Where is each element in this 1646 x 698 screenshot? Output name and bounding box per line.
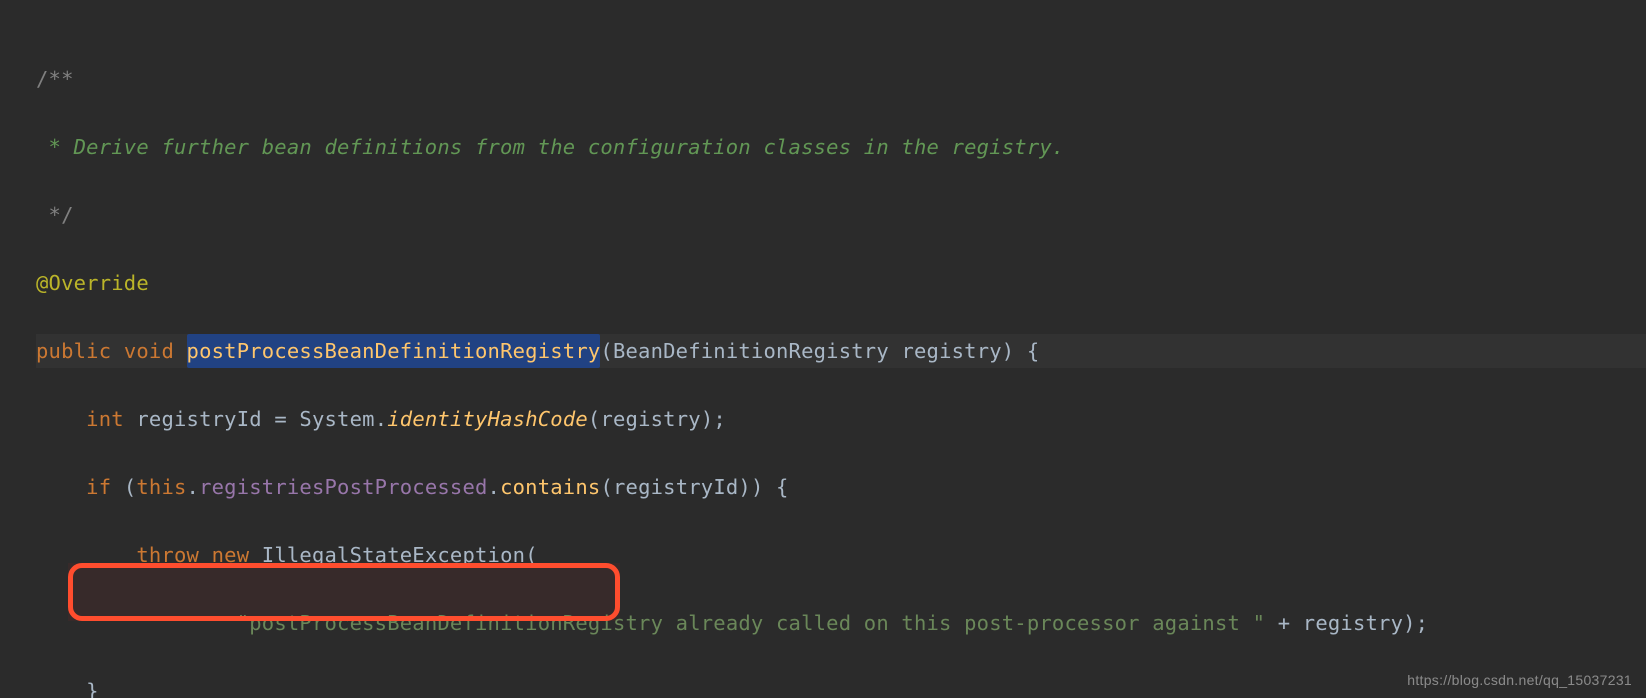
keyword: throw <box>136 543 199 567</box>
annotation: @Override <box>36 271 149 295</box>
selection-highlight: postProcessBeanDefinitionRegistry <box>187 334 601 368</box>
keyword: public <box>36 339 111 363</box>
code-line: if (this.registriesPostProcessed.contain… <box>36 470 1646 504</box>
keyword: int <box>86 407 124 431</box>
keyword: new <box>212 543 250 567</box>
type-name: BeanDefinitionRegistry <box>613 339 889 363</box>
code-line: /** <box>36 62 1646 96</box>
javadoc-text: * Derive further bean definitions from t… <box>36 135 1064 159</box>
code-line: "postProcessBeanDefinitionRegistry alrea… <box>36 606 1646 640</box>
method-call: contains <box>500 475 600 499</box>
comment-text: /** <box>36 67 74 91</box>
keyword: if <box>86 475 111 499</box>
code-line: */ <box>36 198 1646 232</box>
code-line: throw new IllegalStateException( <box>36 538 1646 572</box>
class-name: System <box>299 407 374 431</box>
keyword: void <box>124 339 174 363</box>
code-editor[interactable]: /** * Derive further bean definitions fr… <box>0 0 1646 698</box>
code-line: @Override <box>36 266 1646 300</box>
field-ref: registriesPostProcessed <box>199 475 487 499</box>
string-literal: "postProcessBeanDefinitionRegistry alrea… <box>237 611 1265 635</box>
type-name: IllegalStateException <box>262 543 525 567</box>
code-line: public void postProcessBeanDefinitionReg… <box>36 334 1646 368</box>
comment-text: */ <box>36 203 74 227</box>
static-method: identityHashCode <box>387 407 588 431</box>
method-name: postProcessBeanDefinitionRegistry <box>187 339 601 363</box>
var-name: registryId <box>136 407 261 431</box>
param-name: registry <box>901 339 1001 363</box>
code-line: } <box>36 674 1646 698</box>
code-line: int registryId = System.identityHashCode… <box>36 402 1646 436</box>
code-line: * Derive further bean definitions from t… <box>36 130 1646 164</box>
